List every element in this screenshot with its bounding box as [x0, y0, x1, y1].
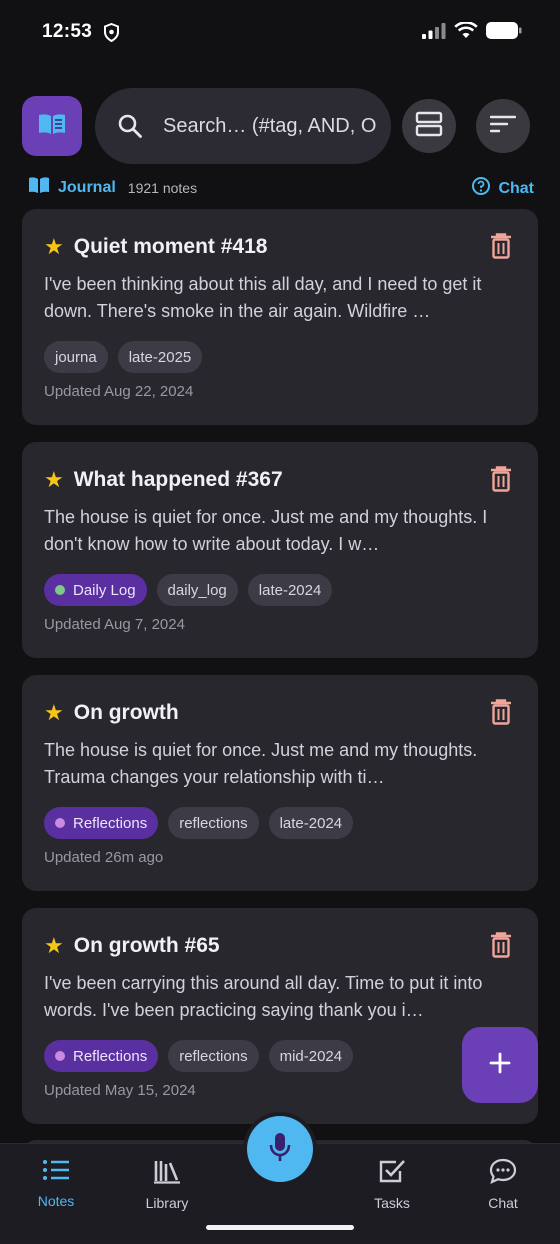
note-preview: I've been thinking about this all day, a… — [44, 274, 482, 321]
note-title: What happened #367 — [73, 468, 283, 491]
tag-label: Daily Log — [73, 581, 136, 599]
status-indicators — [422, 21, 522, 44]
tag-label: Reflections — [73, 1047, 148, 1065]
journal-name: Journal — [58, 178, 116, 196]
sort-button[interactable] — [476, 99, 530, 153]
search-input[interactable]: Search… (#tag, AND, O — [95, 88, 391, 164]
journal-selector[interactable]: Journal 1921 notes — [28, 176, 197, 199]
view-layout-button[interactable] — [402, 99, 456, 153]
tag-chip[interactable]: late-2024 — [268, 807, 354, 839]
note-title-row: ★ Quiet moment #418 — [44, 231, 516, 263]
top-toolbar: Search… (#tag, AND, O — [0, 88, 560, 164]
tag-chip[interactable]: journa — [44, 341, 108, 373]
journal-tag-chip[interactable]: Daily Log — [44, 574, 147, 606]
note-updated: Updated May 15, 2024 — [44, 1082, 196, 1099]
chat-bubble-icon — [489, 1158, 517, 1189]
note-card[interactable]: ★ What happened #367 The house is quiet … — [22, 442, 538, 658]
search-placeholder: Search… (#tag, AND, O — [163, 114, 377, 137]
view-agenda-icon — [415, 111, 443, 142]
nav-label: Chat — [488, 1195, 518, 1211]
checkbox-icon — [378, 1158, 406, 1189]
star-icon[interactable]: ★ — [44, 467, 64, 493]
library-icon — [153, 1158, 181, 1189]
microphone-icon — [268, 1132, 292, 1167]
note-title: On growth #65 — [73, 934, 220, 957]
battery-icon — [486, 22, 522, 44]
tag-color-dot — [55, 1051, 65, 1061]
cellular-signal-icon — [422, 22, 446, 44]
trash-icon[interactable] — [490, 932, 512, 963]
note-title-row: ★ What happened #367 — [44, 464, 516, 496]
note-tags: Reflections reflections late-2024 — [44, 807, 516, 839]
tag-chip[interactable]: reflections — [168, 1040, 259, 1072]
note-preview: The house is quiet for once. Just me and… — [44, 740, 478, 787]
plus-icon — [488, 1051, 512, 1080]
tag-chip[interactable]: mid-2024 — [268, 1040, 354, 1072]
nav-item-chat[interactable]: Chat — [463, 1158, 543, 1211]
sort-icon — [489, 114, 517, 139]
tag-chip[interactable]: daily_log — [156, 574, 238, 606]
note-preview: I've been carrying this around all day. … — [44, 973, 483, 1020]
note-card[interactable]: ★ Quiet moment #418 I've been thinking a… — [22, 209, 538, 425]
shield-icon — [103, 22, 120, 47]
nav-label: Notes — [37, 1193, 75, 1209]
note-updated: Updated 26m ago — [44, 849, 164, 866]
nav-item-notes[interactable]: Notes — [16, 1158, 96, 1209]
journal-tag-chip[interactable]: Reflections — [44, 1040, 159, 1072]
note-title-row: ★ On growth #65 — [44, 930, 516, 962]
star-icon[interactable]: ★ — [44, 234, 64, 260]
trash-icon[interactable] — [490, 233, 512, 264]
note-tags: Daily Log daily_log late-2024 — [44, 574, 516, 606]
nav-item-library[interactable]: Library — [127, 1158, 207, 1211]
note-updated: Updated Aug 7, 2024 — [44, 616, 185, 633]
tag-color-dot — [55, 818, 65, 828]
open-book-icon — [28, 176, 50, 199]
tag-chip[interactable]: reflections — [168, 807, 259, 839]
list-icon — [42, 1158, 70, 1187]
star-icon[interactable]: ★ — [44, 700, 64, 726]
note-card[interactable]: ★ On growth The house is quiet for once.… — [22, 675, 538, 891]
note-title: Quiet moment #418 — [73, 235, 268, 258]
note-tags: journa late-2025 — [44, 341, 516, 373]
note-title: On growth — [73, 701, 179, 724]
tag-label: Reflections — [73, 814, 148, 832]
journal-button[interactable] — [22, 96, 82, 156]
status-bar: 12:53 — [0, 0, 560, 66]
chat-link[interactable]: Chat — [471, 176, 534, 201]
home-indicator — [206, 1225, 354, 1230]
note-preview: The house is quiet for once. Just me and… — [44, 507, 488, 554]
tag-color-dot — [55, 585, 65, 595]
note-tags: Reflections reflections mid-2024 — [44, 1040, 516, 1072]
tag-chip[interactable]: late-2025 — [117, 341, 203, 373]
add-note-button[interactable] — [462, 1027, 538, 1103]
nav-label: Tasks — [374, 1195, 410, 1211]
wifi-icon — [454, 21, 478, 44]
note-count: 1921 notes — [127, 179, 198, 196]
open-book-icon — [37, 112, 67, 141]
star-icon[interactable]: ★ — [44, 933, 64, 959]
trash-icon[interactable] — [490, 699, 512, 730]
nav-label: Library — [145, 1195, 189, 1211]
journal-meta-row: Journal 1921 notes Chat — [0, 176, 560, 198]
note-title-row: ★ On growth — [44, 697, 516, 729]
status-time: 12:53 — [42, 21, 93, 42]
note-updated: Updated Aug 22, 2024 — [44, 383, 194, 400]
voice-record-button[interactable] — [247, 1116, 313, 1182]
chat-link-label: Chat — [498, 179, 534, 197]
search-icon — [117, 113, 143, 139]
tag-chip[interactable]: late-2024 — [247, 574, 333, 606]
note-card[interactable]: ★ On growth #65 I've been carrying this … — [22, 908, 538, 1124]
trash-icon[interactable] — [490, 466, 512, 497]
nav-item-tasks[interactable]: Tasks — [352, 1158, 432, 1211]
journal-tag-chip[interactable]: Reflections — [44, 807, 159, 839]
help-circle-icon — [471, 176, 491, 201]
